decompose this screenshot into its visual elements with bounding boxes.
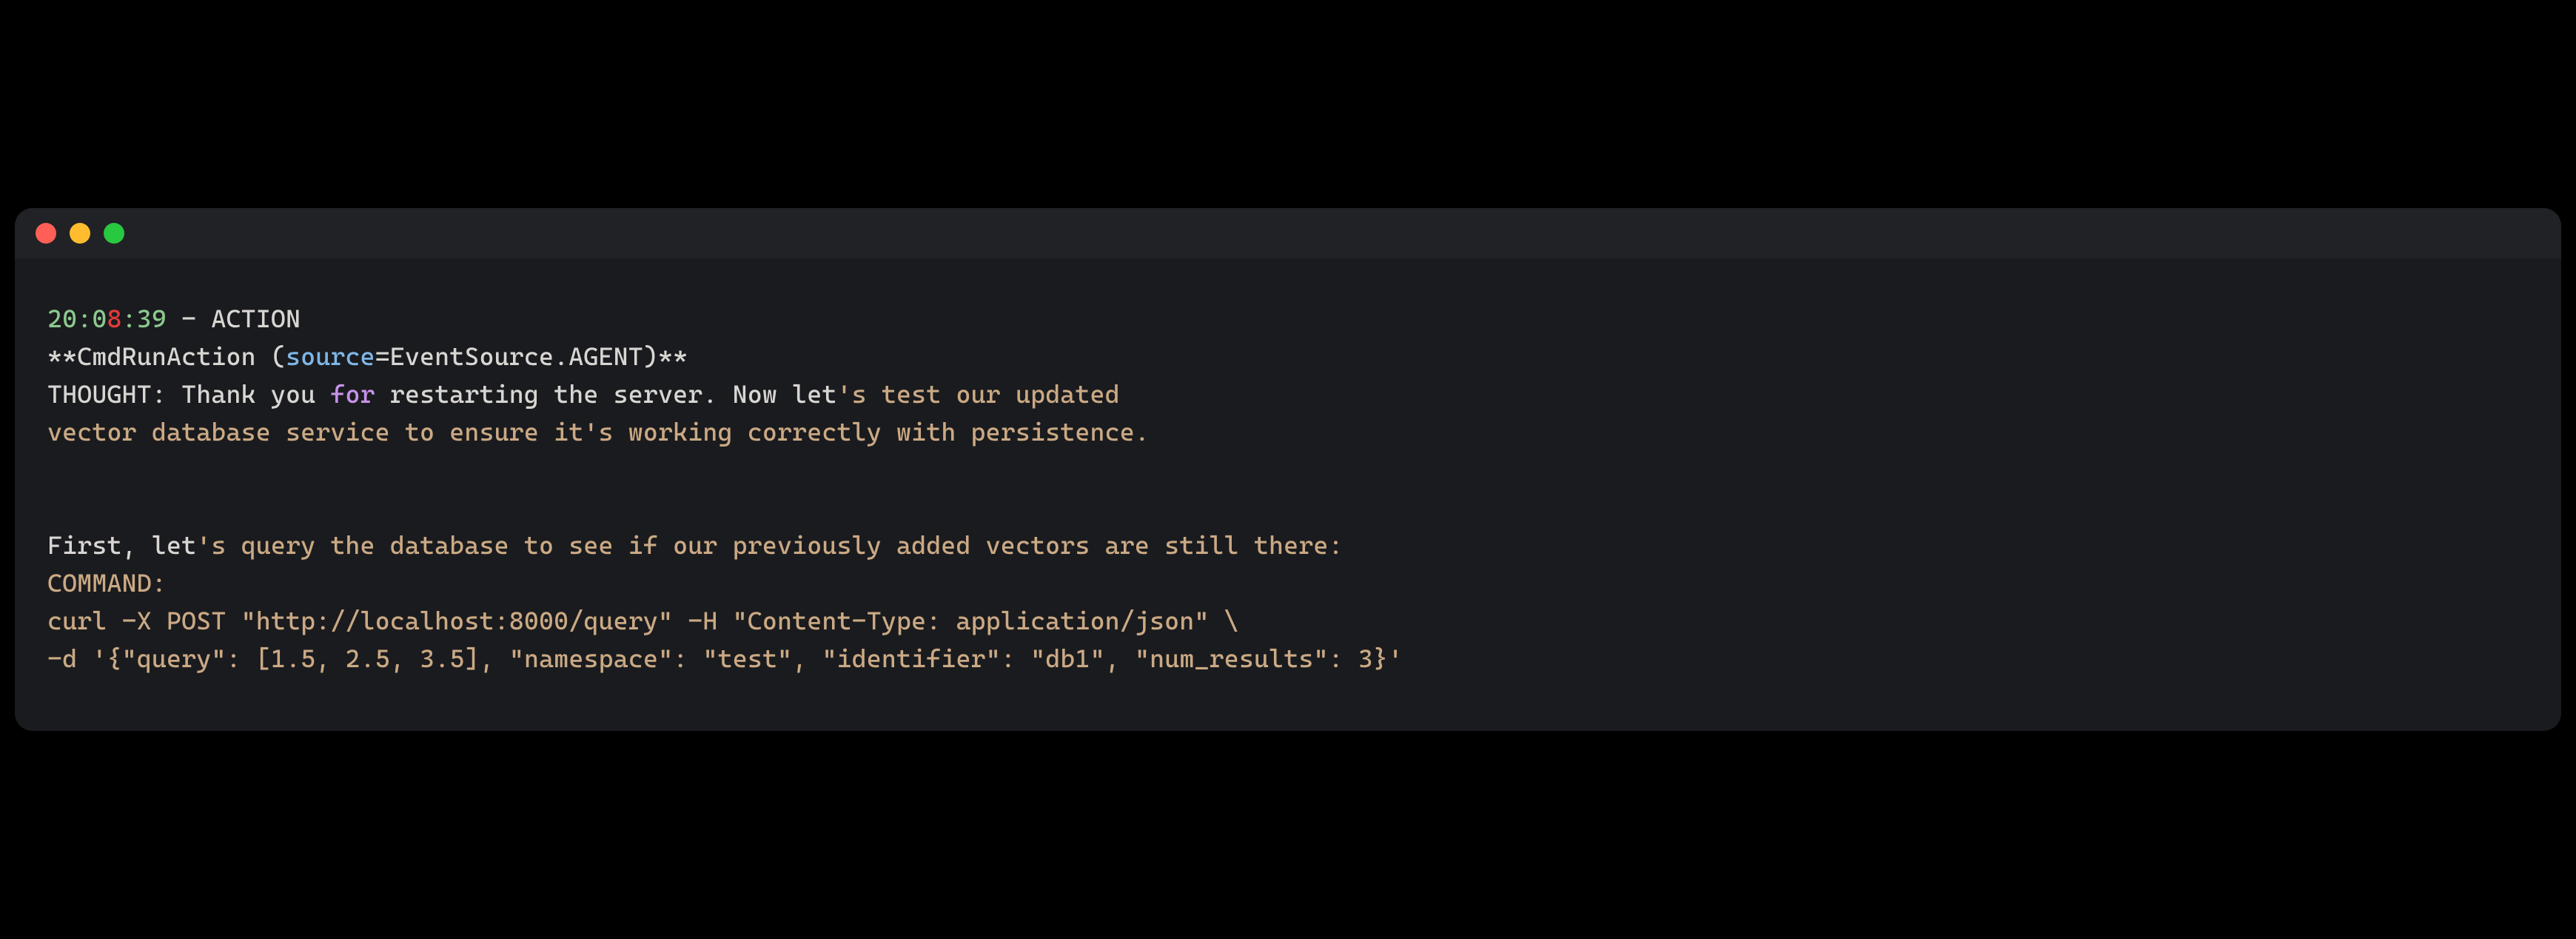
thought-line-1: THOUGHT: Thank you (47, 379, 330, 409)
command-url: "http://localhost:8000/query" (241, 606, 674, 635)
first-line: First, let (47, 530, 196, 560)
command-line-1: curl -X POST (47, 606, 241, 635)
num-results-value: 3 (1358, 644, 1373, 673)
command-line-2: -d (47, 644, 92, 673)
terminal-window: 20:08:39 - ACTION **CmdRunAction (source… (15, 208, 2561, 731)
terminal-output: 20:08:39 - ACTION **CmdRunAction (source… (15, 258, 2561, 731)
query-value-3: 3.5 (420, 644, 464, 673)
ts-hour: 20 (47, 304, 77, 333)
namespace-value: "test" (702, 644, 792, 673)
query-value-1: 1.5 (271, 644, 315, 673)
query-value-2: 2.5 (345, 644, 389, 673)
action-param: source (286, 341, 375, 371)
log-timestamp: 20:08:39 (47, 304, 167, 333)
content-type-header: "Content-Type: application/json" (733, 606, 1210, 635)
minimize-icon[interactable] (70, 223, 90, 244)
zoom-icon[interactable] (104, 223, 124, 244)
thought-line-2: vector database service to ensure it (47, 417, 583, 447)
titlebar (15, 208, 2561, 258)
keyword-for: for (330, 379, 375, 409)
command-label: COMMAND: (47, 568, 167, 598)
ts-m2: 8 (107, 304, 122, 333)
action-name: **CmdRunAction ( (47, 341, 286, 371)
ts-m1: 0 (92, 304, 107, 333)
close-icon[interactable] (36, 223, 56, 244)
log-level: ACTION (211, 304, 301, 333)
ts-sec: 39 (137, 304, 167, 333)
identifier-value: "db1" (1030, 644, 1105, 673)
